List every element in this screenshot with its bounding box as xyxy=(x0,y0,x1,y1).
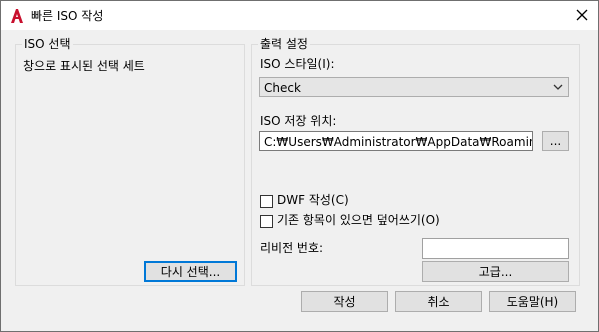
quick-iso-dialog: 빠른 ISO 작성 ISO 선택 창으로 표시된 선택 세트 다시 선택... … xyxy=(0,0,599,332)
window-title: 빠른 ISO 작성 xyxy=(31,9,104,23)
iso-style-value: Check xyxy=(264,81,301,95)
help-button[interactable]: 도움말(H) xyxy=(489,291,576,312)
close-button[interactable] xyxy=(570,3,594,27)
selection-set-text: 창으로 표시된 선택 세트 xyxy=(23,59,145,73)
iso-selection-group: ISO 선택 xyxy=(15,36,245,286)
advanced-button[interactable]: 고급... xyxy=(422,261,569,282)
help-button-label: 도움말(H) xyxy=(506,295,559,309)
iso-location-field[interactable]: C:₩Users₩Administrator₩AppData₩Roaming₩ xyxy=(259,131,533,151)
revision-number-field[interactable] xyxy=(422,238,569,259)
advanced-button-label: 고급... xyxy=(478,265,513,279)
revision-number-label: 리비전 번호: xyxy=(260,241,324,255)
create-button[interactable]: 작성 xyxy=(301,291,388,312)
iso-style-label: ISO 스타일(I): xyxy=(260,57,335,71)
title-bar[interactable]: 빠른 ISO 작성 xyxy=(1,1,598,30)
iso-selection-group-label: ISO 선택 xyxy=(22,36,73,52)
iso-style-dropdown[interactable]: Check xyxy=(259,77,569,97)
browse-button[interactable]: ... xyxy=(542,131,569,151)
reselect-button-label: 다시 선택... xyxy=(160,265,221,279)
output-settings-group-label: 출력 설정 xyxy=(258,36,310,52)
cancel-button[interactable]: 취소 xyxy=(395,291,482,312)
create-button-label: 작성 xyxy=(333,295,356,309)
reselect-button[interactable]: 다시 선택... xyxy=(144,261,237,282)
autocad-a-icon xyxy=(11,9,23,23)
chevron-down-icon xyxy=(553,84,563,90)
browse-button-label: ... xyxy=(549,134,562,148)
dwf-create-checkbox[interactable] xyxy=(260,195,273,208)
overwrite-checkbox[interactable] xyxy=(260,215,273,228)
dwf-create-label[interactable]: DWF 작성(C) xyxy=(277,192,349,208)
close-icon xyxy=(576,9,588,21)
cancel-button-label: 취소 xyxy=(427,295,450,309)
iso-location-label: ISO 저장 위치: xyxy=(260,114,337,128)
iso-location-value: C:₩Users₩Administrator₩AppData₩Roaming₩ xyxy=(264,135,533,149)
overwrite-label[interactable]: 기존 항목이 있으면 덮어쓰기(O) xyxy=(277,212,440,228)
